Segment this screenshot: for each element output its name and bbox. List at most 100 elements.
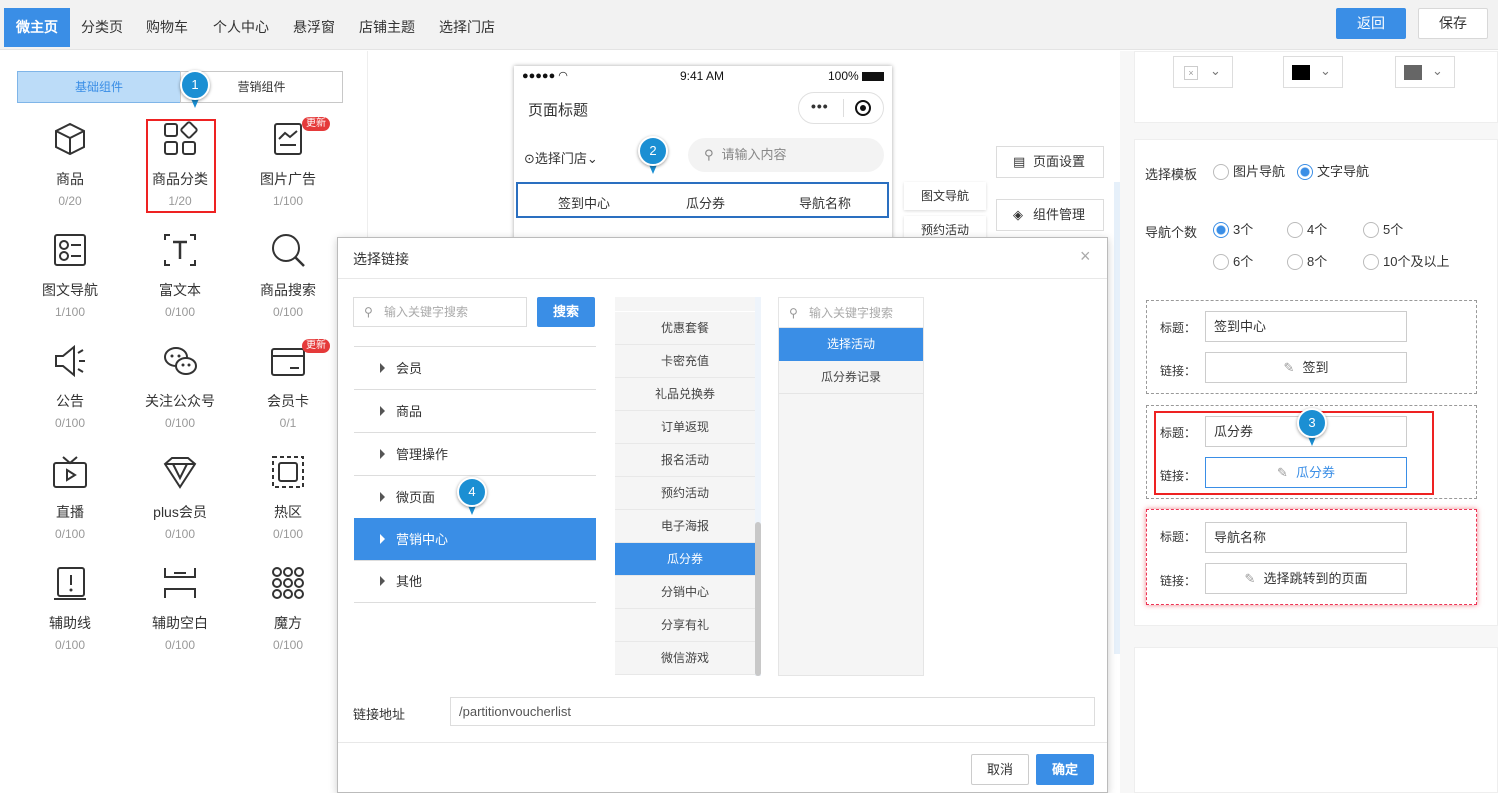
component-member-card[interactable]: 更新 会员卡 0/1 <box>234 339 342 443</box>
right-item-coupon-record[interactable]: 瓜分券记录 <box>779 361 923 394</box>
radio-count-3[interactable]: 3个 <box>1213 222 1253 238</box>
activity-list-item[interactable]: 电子海报 <box>615 510 755 543</box>
nav-link-button-1[interactable]: ✎ 签到 <box>1205 352 1407 383</box>
component-count: 1/100 <box>272 194 304 208</box>
status-carrier: ●●●●● ◠ <box>522 70 568 82</box>
right-search-input[interactable]: ⚲ 输入关键字搜索 <box>779 298 923 328</box>
component-manage-button[interactable]: ◈ 组件管理 <box>996 199 1104 231</box>
status-time: 9:41 AM <box>680 69 725 83</box>
component-follow-account[interactable]: 关注公众号 0/100 <box>126 343 234 443</box>
color-picker-gray[interactable]: ⌄ <box>1395 56 1455 88</box>
image-ad-icon <box>274 123 302 155</box>
right-item-select-activity[interactable]: 选择活动 <box>779 328 923 361</box>
chevron-down-icon: ⌄ <box>586 151 598 166</box>
side-tag-image-nav[interactable]: 图文导航 <box>904 182 986 210</box>
top-nav-bar: 微主页 分类页 购物车 个人中心 悬浮窗 店铺主题 选择门店 返回 保存 <box>0 0 1498 50</box>
component-magic-cube[interactable]: 魔方 0/100 <box>234 565 342 665</box>
tree-item-marketing-center[interactable]: 营销中心 <box>354 518 596 561</box>
component-name: 辅助线 <box>49 615 91 631</box>
activity-list-item[interactable]: 报名活动 <box>615 444 755 477</box>
radio-count-6[interactable]: 6个 <box>1213 254 1253 270</box>
location-pin-icon: ⊙ <box>524 151 535 166</box>
tree-item-member[interactable]: 会员 <box>354 347 596 390</box>
tab-cart[interactable]: 购物车 <box>134 8 200 47</box>
component-hotspot[interactable]: 热区 0/100 <box>234 454 342 554</box>
activity-list-item[interactable]: 优惠套餐 <box>615 312 755 345</box>
radio-image-nav[interactable]: 图片导航 <box>1213 164 1285 180</box>
component-image-text-nav[interactable]: 图文导航 1/100 <box>16 232 124 332</box>
activity-list-item[interactable]: 分享有礼 <box>615 609 755 642</box>
component-blank-space[interactable]: 辅助空白 0/100 <box>126 565 234 665</box>
dialog-search-button[interactable]: 搜索 <box>537 297 595 327</box>
component-count: 0/100 <box>164 527 196 541</box>
page-settings-button[interactable]: ▤ 页面设置 <box>996 146 1104 178</box>
hotspot-icon <box>272 456 304 488</box>
tab-store-theme[interactable]: 店铺主题 <box>347 8 427 47</box>
search-icon: ⚲ <box>789 306 798 320</box>
rich-text-icon <box>164 234 196 266</box>
nav-item-name[interactable]: 导航名称 <box>799 193 851 212</box>
chevron-down-icon: ⌄ <box>1432 63 1443 78</box>
cancel-button[interactable]: 取消 <box>971 754 1029 785</box>
nav-item-editor-1: 标题： 签到中心 链接： ✎ 签到 <box>1146 300 1477 394</box>
component-rich-text[interactable]: 富文本 0/100 <box>126 232 234 332</box>
component-guide-line[interactable]: 辅助线 0/100 <box>16 565 124 665</box>
activity-list-item[interactable]: 微信游戏 <box>615 642 755 675</box>
component-goods[interactable]: 商品 0/20 <box>16 121 124 221</box>
color-picker-bg[interactable]: × ⌄ <box>1173 56 1233 88</box>
component-name: 商品搜索 <box>260 282 316 298</box>
basic-components-tab[interactable]: 基础组件 <box>17 71 181 103</box>
template-label: 选择模板 <box>1145 167 1198 182</box>
activity-list-item[interactable]: 订单返现 <box>615 411 755 444</box>
diamond-icon <box>163 457 197 489</box>
activity-list-item[interactable]: 分销中心 <box>615 576 755 609</box>
tree-item-manage[interactable]: 管理操作 <box>354 433 596 476</box>
phone-search-input[interactable]: ⚲ 请输入内容 <box>688 138 884 172</box>
middle-list-scrollbar[interactable] <box>755 522 761 676</box>
tree-item-goods[interactable]: 商品 <box>354 390 596 433</box>
activity-list-item[interactable]: 礼品兑换券 <box>615 378 755 411</box>
tab-floating-window[interactable]: 悬浮窗 <box>281 8 347 47</box>
tree-item-other[interactable]: 其他 <box>354 560 596 603</box>
nav-item-checkin[interactable]: 签到中心 <box>558 193 610 212</box>
component-image-ad[interactable]: 更新 图片广告 1/100 <box>234 117 342 221</box>
save-button[interactable]: 保存 <box>1418 8 1488 39</box>
radio-count-10-plus[interactable]: 10个及以上 <box>1363 254 1449 270</box>
component-live[interactable]: 直播 0/100 <box>16 454 124 554</box>
component-count: 0/100 <box>272 305 304 319</box>
component-count: 0/100 <box>272 638 304 652</box>
component-goods-search[interactable]: 商品搜索 0/100 <box>234 232 342 332</box>
tab-home[interactable]: 微主页 <box>4 8 70 47</box>
tab-profile[interactable]: 个人中心 <box>201 8 281 47</box>
dialog-search-input[interactable]: ⚲ 输入关键字搜索 <box>353 297 527 327</box>
nav-title-input-1[interactable]: 签到中心 <box>1205 311 1407 342</box>
document-icon: ▤ <box>1013 154 1026 169</box>
activity-list-item[interactable]: 卡密充值 <box>615 345 755 378</box>
close-icon[interactable]: × <box>1080 246 1091 267</box>
color-picker-text[interactable]: ⌄ <box>1283 56 1343 88</box>
blank-space-icon <box>164 568 196 598</box>
radio-count-8[interactable]: 8个 <box>1287 254 1327 270</box>
component-notice[interactable]: 公告 0/100 <box>16 343 124 443</box>
component-name: 商品 <box>56 171 84 187</box>
radio-count-4[interactable]: 4个 <box>1287 222 1327 238</box>
activity-list-item[interactable]: 预约活动 <box>615 477 755 510</box>
nav-link-button-3[interactable]: ✎ 选择跳转到的页面 <box>1205 563 1407 594</box>
tab-category[interactable]: 分类页 <box>69 8 135 47</box>
edit-icon: ✎ <box>1283 360 1295 375</box>
back-button[interactable]: 返回 <box>1336 8 1406 39</box>
tab-select-store[interactable]: 选择门店 <box>427 8 507 47</box>
store-select[interactable]: ⊙选择门店⌄ <box>524 148 598 167</box>
link-label: 链接： <box>1160 364 1197 378</box>
link-address-input[interactable]: /partitionvoucherlist <box>450 697 1095 726</box>
nav-item-coupon[interactable]: 瓜分券 <box>686 193 725 212</box>
search-icon: ⚲ <box>704 147 714 162</box>
nav-title-input-3[interactable]: 导航名称 <box>1205 522 1407 553</box>
text-nav-bar[interactable]: 签到中心 瓜分券 导航名称 <box>516 182 889 218</box>
component-plus-member[interactable]: plus会员 0/100 <box>126 454 234 554</box>
radio-text-nav[interactable]: 文字导航 <box>1297 164 1369 180</box>
activity-list-item[interactable]: 瓜分券 <box>615 543 755 576</box>
radio-count-5[interactable]: 5个 <box>1363 222 1403 238</box>
confirm-button[interactable]: 确定 <box>1036 754 1094 785</box>
capsule-menu[interactable]: ••• <box>798 92 884 124</box>
